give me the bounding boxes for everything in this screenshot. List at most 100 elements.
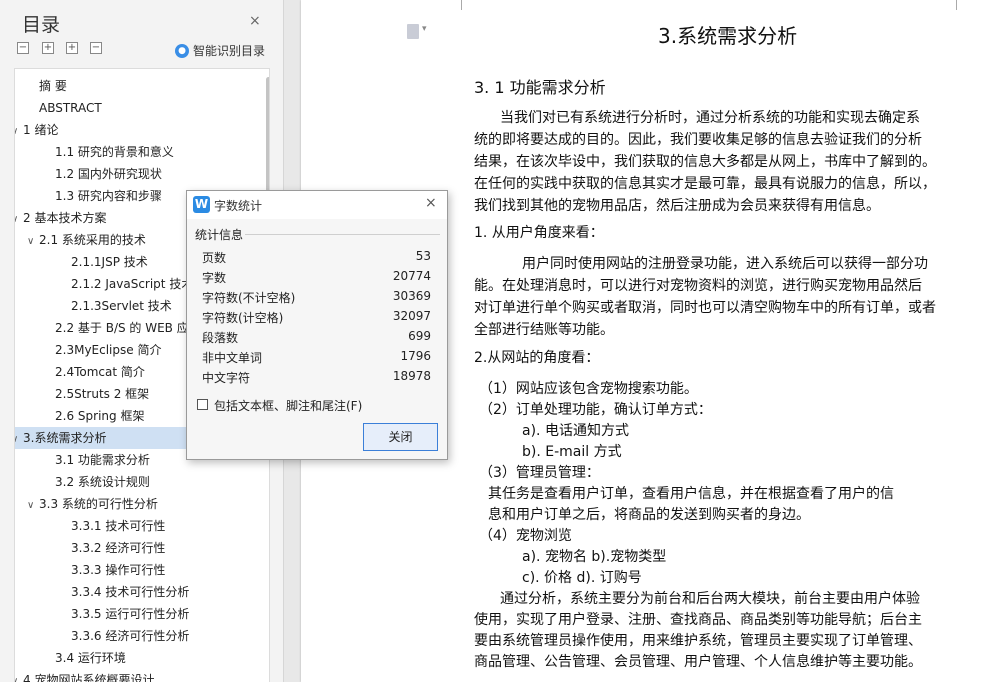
stat-label: 非中文单词: [202, 351, 263, 365]
toc-item-label: ABSTRACT: [39, 101, 102, 115]
toc-item[interactable]: 1.2 国内外研究现状: [15, 163, 265, 185]
collapse-all-button[interactable]: −: [17, 42, 29, 54]
wps-app-icon: W: [193, 196, 210, 213]
toc-item[interactable]: ABSTRACT: [15, 97, 265, 119]
toc-item[interactable]: 3.3.3 操作可行性: [15, 559, 265, 581]
toc-item-label: 3.系统需求分析: [23, 431, 107, 445]
section-divider: [245, 234, 440, 235]
stat-value: 53: [415, 249, 431, 263]
document-icon[interactable]: [407, 24, 419, 39]
toc-item[interactable]: 摘 要: [15, 75, 265, 97]
close-button[interactable]: 关闭: [363, 423, 438, 451]
toc-title: 目录: [22, 14, 61, 36]
toc-item-label: 4 宠物网站系统概要设计: [23, 673, 155, 682]
smart-toc-button[interactable]: ● 智能识别目录: [175, 42, 265, 59]
section-title: 3. 1 功能需求分析: [474, 78, 606, 97]
smart-toc-icon: ●: [175, 43, 189, 58]
toc-item[interactable]: ∨ 3.3 系统的可行性分析: [15, 493, 265, 515]
toc-item-label: 2.1.2 JavaScript 技术: [71, 277, 194, 291]
toc-item[interactable]: 1.1 研究的背景和意义: [15, 141, 265, 163]
toc-item[interactable]: 3.3.1 技术可行性: [15, 515, 265, 537]
stat-value: 699: [408, 329, 431, 343]
document-text-line: a). 电话通知方式: [522, 423, 629, 439]
collapse-level-button[interactable]: −: [90, 42, 102, 54]
toc-item-label: 2.3MyEclipse 简介: [55, 343, 162, 357]
dialog-close-icon[interactable]: ×: [425, 195, 437, 211]
toc-item-label: 2.1.1JSP 技术: [71, 255, 148, 269]
chevron-down-icon[interactable]: ∨: [27, 495, 39, 515]
chevron-down-icon[interactable]: ∨: [15, 209, 23, 229]
stat-value: 30369: [392, 289, 431, 303]
toc-item[interactable]: 3.3.6 经济可行性分析: [15, 625, 265, 647]
include-textbox-label[interactable]: 包括文本框、脚注和尾注(F): [214, 397, 362, 414]
expand-level-button[interactable]: +: [66, 42, 78, 54]
chevron-down-icon[interactable]: ∨: [15, 671, 23, 682]
toc-item[interactable]: 3.4 运行环境: [15, 647, 265, 669]
stat-label: 段落数: [202, 331, 239, 345]
margin-mark: [449, 0, 462, 10]
toc-item-label: 2.2 基于 B/S 的 WEB 应用: [55, 321, 201, 335]
stat-value: 18978: [392, 369, 431, 383]
smart-toc-label: 智能识别目录: [193, 44, 266, 58]
toc-item-label: 2.1.3Servlet 技术: [71, 299, 172, 313]
document-text-line: 统的即将要达成的目的。因此，我们要收集足够的信息去验证我们的分析: [474, 132, 922, 148]
stat-label: 字符数(计空格): [202, 311, 284, 325]
dialog-title: 字数统计: [214, 199, 263, 213]
stats-section-label: 统计信息: [195, 228, 244, 242]
toc-item-label: 3.3.5 运行可行性分析: [71, 607, 190, 621]
chevron-down-icon[interactable]: ∨: [15, 429, 23, 449]
document-text-line: 在任何的实践中获取的信息其实才是最可靠，最具有说服力的信息，所以，: [474, 176, 936, 192]
document-text-line: 对订单进行单个购买或者取消，同时也可以清空购物车中的所有订单，或者: [474, 300, 936, 316]
dialog-titlebar[interactable]: W 字数统计 ×: [187, 191, 447, 219]
document-text-line: （2）订单处理功能，确认订单方式：: [479, 402, 712, 418]
document-text-line: 商品管理、公告管理、会员管理、用户管理、个人信息维护等主要功能。: [474, 654, 922, 670]
document-text-line: 全部进行结账等功能。: [474, 322, 614, 338]
toc-item[interactable]: 3.3.2 经济可行性: [15, 537, 265, 559]
document-text-line: b). E-mail 方式: [522, 444, 622, 460]
chapter-title: 3.系统需求分析: [658, 24, 798, 48]
expand-all-button[interactable]: +: [42, 42, 54, 54]
document-text-line: 息和用户订单之后，将商品的发送到购买者的身边。: [488, 507, 810, 523]
margin-mark: [956, 0, 969, 10]
toc-item-label: 3.4 运行环境: [55, 651, 126, 665]
toc-item-label: 3.3.1 技术可行性: [71, 519, 166, 533]
stat-label: 字数: [202, 271, 227, 285]
document-text-line: 使用，实现了用户登录、注册、查找商品、商品类别等功能导航；后台主: [474, 612, 922, 628]
toc-item-label: 3.2 系统设计规则: [55, 475, 150, 489]
document-text-line: 通过分析，系统主要分为前台和后台两大模块，前台主要由用户体验: [500, 591, 920, 607]
document-text-line: 能。在处理消息时，可以进行对宠物资料的浏览，进行购买宠物用品然后: [474, 278, 922, 294]
stat-label: 中文字符: [202, 371, 251, 385]
document-text-line: a). 宠物名 b).宠物类型: [522, 549, 667, 565]
toc-item[interactable]: 3.3.4 技术可行性分析: [15, 581, 265, 603]
toc-item-label: 1 绪论: [23, 123, 59, 137]
toc-close-button[interactable]: ×: [249, 13, 261, 29]
stat-value: 32097: [392, 309, 431, 323]
toc-item[interactable]: ∨1 绪论: [15, 119, 265, 141]
chevron-down-icon[interactable]: ▾: [422, 24, 427, 34]
toc-item[interactable]: 3.3.5 运行可行性分析: [15, 603, 265, 625]
toc-item-label: 2 基本技术方案: [23, 211, 107, 225]
document-text-line: 结果，在该次毕设中，我们获取的信息大多都是从网上，书库中了解到的。: [474, 154, 936, 170]
document-text-line: 其任务是查看用户订单，查看用户信息，并在根据查看了用户的信: [488, 486, 894, 502]
chevron-down-icon[interactable]: ∨: [15, 121, 23, 141]
document-text-line: （3）管理员管理：: [479, 465, 600, 481]
document-text-line: c). 价格 d). 订购号: [522, 570, 642, 586]
toc-item[interactable]: ∨4 宠物网站系统概要设计: [15, 669, 265, 682]
stat-value: 1796: [400, 349, 431, 363]
document-text-line: （1）网站应该包含宠物搜索功能。: [479, 381, 698, 397]
toc-item[interactable]: 3.2 系统设计规则: [15, 471, 265, 493]
toc-item-label: 摘 要: [39, 79, 67, 93]
toc-item-label: 2.1 系统采用的技术: [39, 233, 146, 247]
toc-item-label: 3.3.6 经济可行性分析: [71, 629, 190, 643]
toc-item-label: 1.3 研究内容和步骤: [55, 189, 162, 203]
toc-item-label: 1.1 研究的背景和意义: [55, 145, 174, 159]
stat-value: 20774: [392, 269, 431, 283]
document-text-line: 1. 从用户角度来看：: [474, 225, 604, 241]
document-text-line: （4）宠物浏览: [479, 528, 572, 544]
word-count-dialog: W 字数统计 × 统计信息 页数 53 字数 20774 字符数(不计空格) 30369 字…: [186, 190, 448, 460]
document-text-line: 我们找到其他的宠物用品店，然后注册成为会员来获得有用信息。: [474, 198, 880, 214]
chevron-down-icon[interactable]: ∨: [27, 231, 39, 251]
include-textbox-checkbox[interactable]: [197, 399, 208, 410]
toc-item-label: 1.2 国内外研究现状: [55, 167, 162, 181]
document-text-line: 要由系统管理员操作使用，用来维护系统，管理员主要实现了订单管理、: [474, 633, 922, 649]
